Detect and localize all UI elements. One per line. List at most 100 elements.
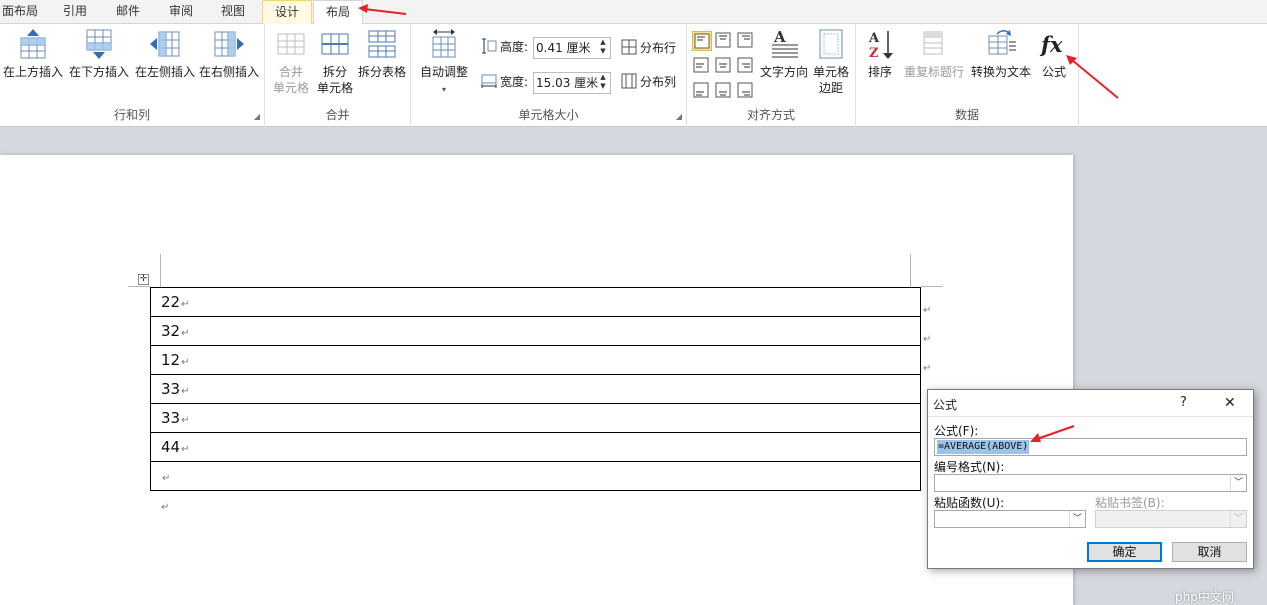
insert-right-button[interactable]: 在右侧插入 xyxy=(198,28,260,80)
row-end-mark: ↵ xyxy=(923,305,932,316)
split-cells-icon xyxy=(321,33,349,55)
sort-az-icon: A Z xyxy=(868,31,893,60)
text-direction-button[interactable]: A 文字方向 xyxy=(759,28,809,80)
close-button[interactable]: ✕ xyxy=(1224,395,1236,411)
align-middle-right-icon xyxy=(737,57,753,73)
paragraph-mark: ↵ xyxy=(181,386,190,397)
align-bottom-left-button[interactable] xyxy=(692,81,712,101)
autofit-button[interactable]: 自动调整 ▾ xyxy=(415,28,473,98)
autofit-label: 自动调整 xyxy=(419,65,468,79)
chevron-down-icon[interactable]: ﹀ xyxy=(1069,511,1085,527)
spin-arrows-icon[interactable]: ▲ ▼ xyxy=(597,38,609,58)
chevron-down-icon[interactable]: ﹀ xyxy=(1230,475,1246,491)
align-middle-left-button[interactable] xyxy=(692,56,712,76)
dialog-launcher-icon[interactable]: ◢ xyxy=(254,112,260,121)
annotation-arrow-formula xyxy=(1066,55,1119,99)
table-move-handle-icon[interactable]: ✛ xyxy=(138,274,149,285)
svg-text:A: A xyxy=(868,31,880,46)
paste-bookmark-select[interactable]: ﹀ xyxy=(1095,510,1247,528)
insert-below-label: 在下方插入 xyxy=(68,65,129,79)
table-cell[interactable]: 12↵ xyxy=(150,345,921,375)
svg-text:A: A xyxy=(773,28,786,46)
distribute-cols-button[interactable]: 分布列 xyxy=(621,72,676,92)
tab-references[interactable]: 引用 xyxy=(52,0,98,24)
table-cell[interactable]: 33↵ xyxy=(150,374,921,404)
convert-to-text-button[interactable]: 转换为文本 xyxy=(966,28,1036,80)
insert-below-button[interactable]: 在下方插入 xyxy=(66,28,132,80)
align-top-right-button[interactable] xyxy=(736,31,756,51)
align-bottom-right-button[interactable] xyxy=(736,81,756,101)
tab-page-layout[interactable]: 面布局 xyxy=(0,0,40,24)
align-middle-center-icon xyxy=(715,57,731,73)
align-top-left-icon xyxy=(694,33,710,49)
paste-function-select[interactable]: ﹀ xyxy=(934,510,1086,528)
dialog-titlebar[interactable]: 公式 ? ✕ xyxy=(928,390,1253,417)
repeat-header-button[interactable]: 重复标题行 xyxy=(902,28,966,80)
annotation-arrow-dialog xyxy=(1030,425,1075,442)
margin-mark xyxy=(910,254,911,287)
align-bottom-center-button[interactable] xyxy=(714,81,734,101)
text-direction-label: 文字方向 xyxy=(759,65,808,79)
group-rows-columns-label: 行和列 xyxy=(113,108,150,122)
column-width-text: 宽度: xyxy=(500,75,529,89)
dialog-launcher-icon[interactable]: ◢ xyxy=(676,112,682,121)
spin-arrows-icon[interactable]: ▲ ▼ xyxy=(597,73,609,93)
chevron-down-icon[interactable]: ﹀ xyxy=(1230,511,1246,527)
document-table: 22↵ 32↵ 12↵ 33↵ 33↵ 44↵ ↵ xyxy=(150,287,921,491)
ok-button[interactable]: 确定 xyxy=(1087,542,1162,562)
margin-mark xyxy=(921,286,943,287)
group-cell-size-label: 单元格大小 xyxy=(518,108,579,122)
insert-left-label: 在左侧插入 xyxy=(134,65,195,79)
align-top-center-button[interactable] xyxy=(714,31,734,51)
tab-view[interactable]: 视图 xyxy=(210,0,256,24)
align-top-left-button[interactable] xyxy=(692,31,712,51)
formula-input[interactable]: =AVERAGE(ABOVE) xyxy=(934,438,1247,456)
insert-right-label: 在右侧插入 xyxy=(198,65,259,79)
tab-review[interactable]: 审阅 xyxy=(158,0,204,24)
insert-left-button[interactable]: 在左侧插入 xyxy=(132,28,198,80)
distribute-rows-button[interactable]: 分布行 xyxy=(621,38,676,58)
autofit-icon xyxy=(432,29,456,58)
row-height-icon xyxy=(482,38,497,54)
column-width-label: 宽度: xyxy=(481,72,528,92)
group-cell-size: 自动调整 ▾ 高度: 0.41 厘米 ▲▼ 宽度: 15.03 厘米 ▲▼ xyxy=(411,24,687,127)
tab-mailings[interactable]: 邮件 xyxy=(104,0,152,24)
number-format-select[interactable]: ﹀ xyxy=(934,474,1247,492)
insert-above-button[interactable]: 在上方插入 xyxy=(0,28,66,80)
group-merge-label: 合并 xyxy=(325,108,350,122)
column-width-input[interactable]: 15.03 厘米 ▲ ▼ xyxy=(533,72,611,94)
cell-margins-label-1: 单元格 xyxy=(812,65,849,79)
table-cell[interactable]: 33↵ xyxy=(150,403,921,433)
cell-value: 12 xyxy=(161,351,181,369)
table-cell[interactable]: 44↵ xyxy=(150,432,921,462)
paste-bookmark-label: 粘贴书签(B): xyxy=(1095,496,1165,510)
merge-cells-button[interactable]: 合并 单元格 xyxy=(269,28,313,96)
paragraph-mark: ↵ xyxy=(181,328,190,339)
cancel-button[interactable]: 取消 xyxy=(1172,542,1247,562)
table-row: 32↵ xyxy=(150,316,921,346)
cell-value: 33 xyxy=(161,409,181,427)
split-cells-button[interactable]: 拆分 单元格 xyxy=(313,28,357,96)
paste-function-label: 粘贴函数(U): xyxy=(934,496,1005,510)
ribbon-tab-bar: 面布局 引用 邮件 审阅 视图 设计 布局 xyxy=(0,0,1267,25)
cell-margins-icon xyxy=(819,29,843,59)
dropdown-arrow-icon: ▾ xyxy=(441,85,446,94)
group-rows-columns: 在上方插入 在下方插入 在左侧插入 在右侧插入 行和列 ◢ xyxy=(0,24,265,127)
table-cell[interactable]: 32↵ xyxy=(150,316,921,346)
group-data: A Z 排序 重复标题行 转换为文本 fx 公式 数据 xyxy=(856,24,1079,127)
paragraph-mark: ↵ xyxy=(181,415,190,426)
tab-table-design[interactable]: 设计 xyxy=(262,0,312,24)
align-middle-center-button[interactable] xyxy=(714,56,734,76)
split-table-button[interactable]: 拆分表格 xyxy=(355,28,409,80)
row-height-input[interactable]: 0.41 厘米 ▲ ▼ xyxy=(533,37,611,59)
align-top-center-icon xyxy=(715,32,731,48)
sort-button[interactable]: A Z 排序 xyxy=(862,28,898,80)
cell-margins-button[interactable]: 单元格 边距 xyxy=(809,28,853,96)
number-format-label: 编号格式(N): xyxy=(934,460,1005,474)
group-data-label: 数据 xyxy=(954,108,979,122)
table-cell[interactable]: 22↵ xyxy=(150,287,921,317)
table-cell[interactable]: ↵ xyxy=(150,461,921,491)
cell-value: 22 xyxy=(161,293,181,311)
help-button[interactable]: ? xyxy=(1180,395,1187,410)
align-middle-right-button[interactable] xyxy=(736,56,756,76)
